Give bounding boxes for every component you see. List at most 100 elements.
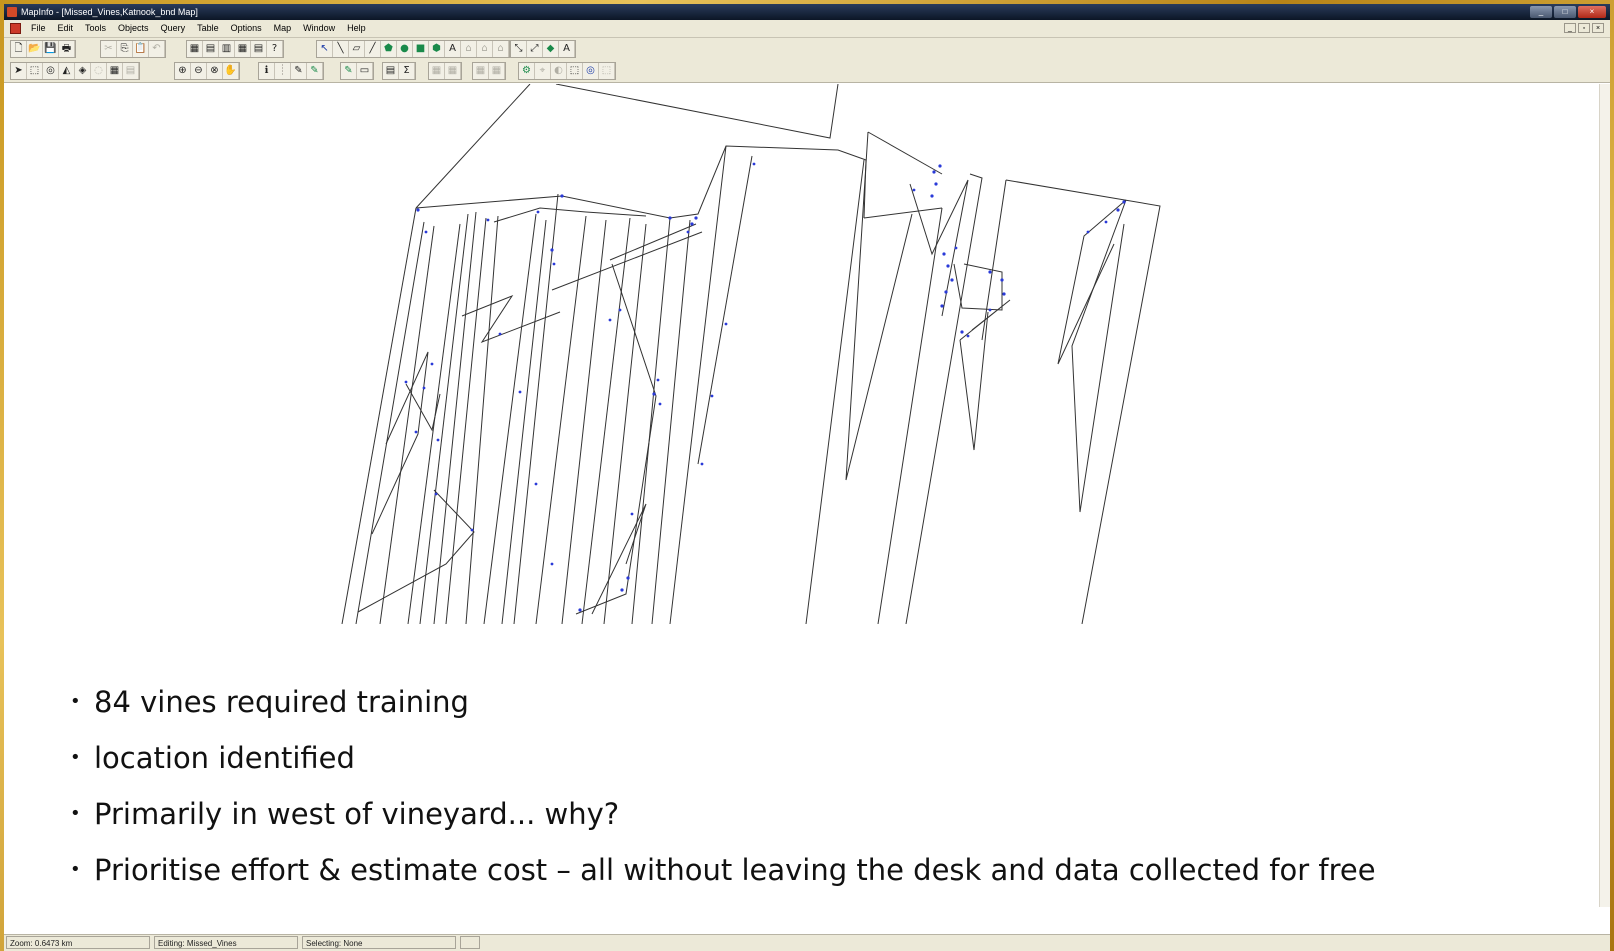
map-document-icon[interactable] [10,23,21,34]
vine-point[interactable] [690,222,694,226]
vine-point[interactable] [724,322,728,326]
change-view-icon[interactable]: ⊗ [207,63,223,79]
vine-point[interactable] [1122,200,1126,204]
copy-icon[interactable]: ⎘ [117,41,133,57]
vine-point[interactable] [620,588,624,592]
vineyard-map[interactable] [6,84,1552,624]
find-tool-icon[interactable]: ◎ [583,63,599,79]
vine-point[interactable] [1116,208,1120,212]
vine-point[interactable] [486,218,490,222]
close-button[interactable]: × [1578,6,1606,18]
boundary-select-icon[interactable]: ◈ [75,63,91,79]
label-tool-icon[interactable]: ✎ [291,63,307,79]
cut-icon[interactable]: ✂ [101,41,117,57]
vine-point[interactable] [518,390,522,394]
vine-point[interactable] [536,210,540,214]
vine-point[interactable] [424,230,428,234]
invert-selection-icon[interactable]: ▦ [107,63,123,79]
vine-point[interactable] [1104,220,1108,224]
grabber-hand-icon[interactable]: ✋ [223,63,239,79]
drag-window-icon[interactable]: ▦ [489,63,505,79]
selecting-status[interactable]: Selecting: None [302,936,456,949]
vine-point[interactable] [960,330,964,334]
vine-point[interactable] [534,482,538,486]
marquee-select-icon[interactable]: ⬚ [27,63,43,79]
vine-point[interactable] [932,170,936,174]
vine-point[interactable] [988,308,992,312]
graph-select-icon[interactable]: ▤ [123,63,139,79]
vine-point[interactable] [414,430,418,434]
info-tool-icon[interactable]: ℹ [259,63,275,79]
rectangle-tool-icon[interactable]: ■ [413,41,429,57]
vine-point[interactable] [930,194,934,198]
vertical-scrollbar[interactable] [1599,84,1610,907]
layer-control-icon[interactable]: ✎ [341,63,357,79]
vine-point[interactable] [550,248,554,252]
menu-options[interactable]: Options [225,20,268,37]
vine-point[interactable] [560,194,564,198]
vine-point[interactable] [656,378,660,382]
arc-tool-icon[interactable]: ╱ [365,41,381,57]
vine-point[interactable] [946,264,950,268]
vine-point[interactable] [954,246,958,250]
new-browser-icon[interactable]: ▦ [187,41,203,57]
hotlink-tool-icon[interactable]: ┊ [275,63,291,79]
theme-tool-icon[interactable]: ◐ [551,63,567,79]
overview-tool-icon[interactable]: ⬚ [599,63,615,79]
vine-point[interactable] [626,576,630,580]
vine-point[interactable] [934,182,938,186]
drag-map-window-icon[interactable]: ✎ [307,63,323,79]
vine-point[interactable] [668,216,672,220]
unselect-all-icon[interactable]: ◌ [91,63,107,79]
minimize-button[interactable]: _ [1530,6,1552,18]
radius-select-icon[interactable]: ◎ [43,63,59,79]
new-mapper-icon[interactable]: ▤ [203,41,219,57]
drag-tool-icon[interactable]: ▦ [473,63,489,79]
zoom-status[interactable]: Zoom: 0.6473 km [6,936,150,949]
menu-help[interactable]: Help [341,20,372,37]
menu-query[interactable]: Query [155,20,192,37]
statistics-icon[interactable]: Σ [399,63,415,79]
print-icon[interactable]: 🖶 [59,41,75,57]
symbol-style-icon[interactable]: ⤡ [511,41,527,57]
undo-icon[interactable]: ↶ [149,41,165,57]
new-layout-icon[interactable]: ▦ [235,41,251,57]
menu-window[interactable]: Window [297,20,341,37]
ruler-tool-icon[interactable]: ▭ [357,63,373,79]
show-legend-icon[interactable]: ▤ [383,63,399,79]
vine-point[interactable] [752,162,756,166]
zoom-in-icon[interactable]: ⊕ [175,63,191,79]
zoom-out-icon[interactable]: ⊖ [191,63,207,79]
vine-point[interactable] [404,380,408,384]
select-tool-icon[interactable]: ➤ [11,63,27,79]
vine-point[interactable] [1000,278,1004,282]
doc-minimize-button[interactable]: _ [1564,23,1576,33]
menu-map[interactable]: Map [268,20,298,37]
polygon-select-icon[interactable]: ◭ [59,63,75,79]
vine-point[interactable] [940,304,944,308]
rounded-rectangle-tool-icon[interactable]: ⬢ [429,41,445,57]
ellipse-tool-icon[interactable]: ● [397,41,413,57]
text-style-icon[interactable]: A [559,41,575,57]
vine-point[interactable] [498,332,502,336]
line-tool-icon[interactable]: ╲ [333,41,349,57]
vine-point[interactable] [710,394,714,398]
vine-point[interactable] [966,334,970,338]
menu-tools[interactable]: Tools [79,20,112,37]
vine-point[interactable] [470,528,474,532]
add-node-tool-icon[interactable]: ⌂ [493,41,509,57]
scalebar-tool-icon[interactable]: ⬚ [567,63,583,79]
symbol-tool-icon[interactable]: ↖ [317,41,333,57]
tool-manager-icon[interactable]: ⚙ [519,63,535,79]
help-cursor-icon[interactable]: ? [267,41,283,57]
vine-point[interactable] [988,270,992,274]
vine-point[interactable] [552,262,556,266]
line-style-icon[interactable]: ⤢ [527,41,543,57]
menu-objects[interactable]: Objects [112,20,155,37]
doc-close-button[interactable]: × [1592,23,1604,33]
vine-point[interactable] [950,278,954,282]
editing-status[interactable]: Editing: Missed_Vines [154,936,298,949]
vine-point[interactable] [1086,230,1090,234]
vine-point[interactable] [436,438,440,442]
menu-file[interactable]: File [25,20,52,37]
